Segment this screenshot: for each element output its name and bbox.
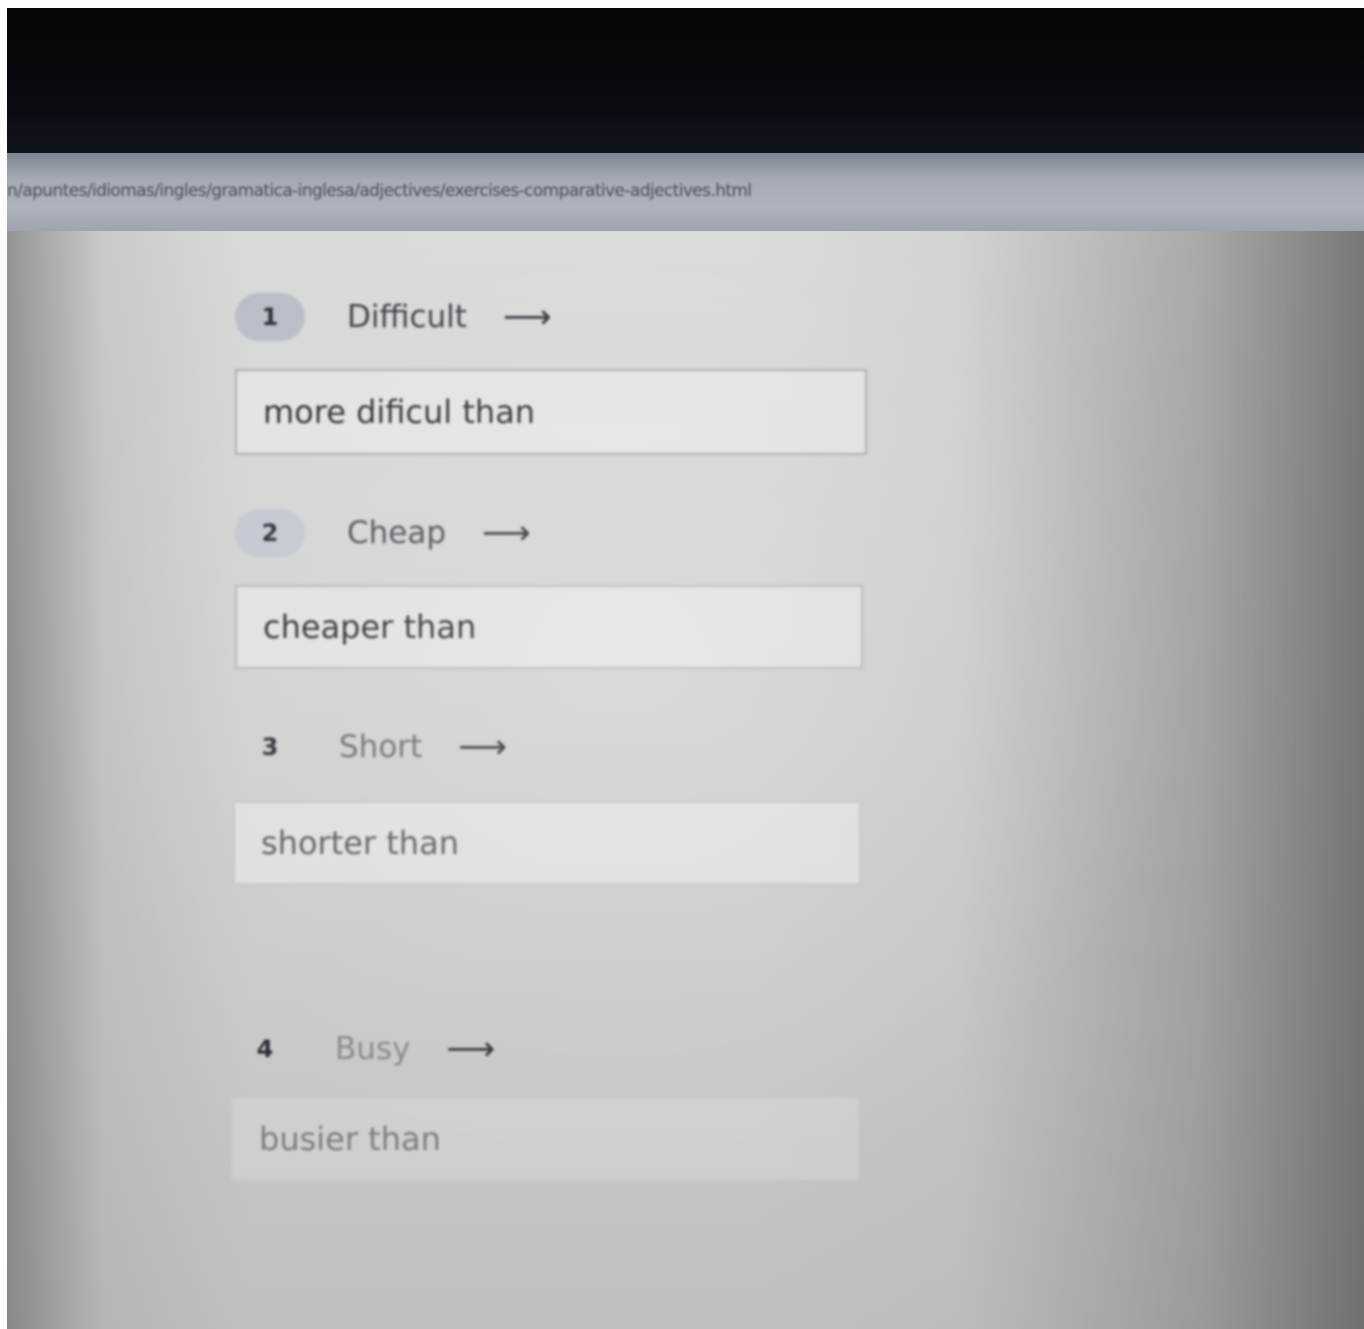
question-1: 1 Difficult ⟶ bbox=[235, 291, 552, 343]
exercise-page: 1 Difficult ⟶ more dificul than 2 Cheap … bbox=[7, 231, 1364, 1329]
question-word-1: Difficult bbox=[347, 299, 467, 335]
answer-input-3[interactable]: shorter than bbox=[233, 801, 861, 885]
answer-input-2[interactable]: cheaper than bbox=[235, 585, 863, 669]
exercise-content: 1 Difficult ⟶ more dificul than 2 Cheap … bbox=[7, 231, 1364, 1329]
answer-input-4[interactable]: busier than bbox=[231, 1097, 859, 1181]
arrow-right-icon: ⟶ bbox=[502, 297, 552, 337]
url-text[interactable]: n/apuntes/idiomas/ingles/gramatica-ingle… bbox=[7, 181, 752, 201]
monitor-bezel-top bbox=[7, 8, 1364, 153]
question-number-1: 1 bbox=[235, 293, 305, 341]
answer-input-1[interactable]: more dificul than bbox=[235, 369, 867, 455]
question-number-3: 3 bbox=[261, 733, 279, 761]
arrow-right-icon: ⟶ bbox=[446, 1029, 496, 1069]
arrow-right-icon: ⟶ bbox=[458, 727, 507, 767]
monitor-screen: n/apuntes/idiomas/ingles/gramatica-ingle… bbox=[7, 8, 1364, 1329]
question-2: 2 Cheap ⟶ bbox=[235, 507, 531, 559]
question-word-3: Short bbox=[339, 729, 423, 765]
arrow-right-icon: ⟶ bbox=[482, 513, 531, 553]
browser-address-bar[interactable]: n/apuntes/idiomas/ingles/gramatica-ingle… bbox=[7, 153, 1364, 231]
question-word-2: Cheap bbox=[347, 515, 447, 551]
question-number-4: 4 bbox=[256, 1035, 274, 1063]
question-3: 3 Short ⟶ bbox=[235, 721, 507, 773]
question-4: 4 Busy ⟶ bbox=[235, 1023, 496, 1075]
question-word-4: Busy bbox=[335, 1031, 411, 1067]
question-number-2: 2 bbox=[235, 509, 305, 557]
photo-frame: n/apuntes/idiomas/ingles/gramatica-ingle… bbox=[0, 0, 1364, 1329]
